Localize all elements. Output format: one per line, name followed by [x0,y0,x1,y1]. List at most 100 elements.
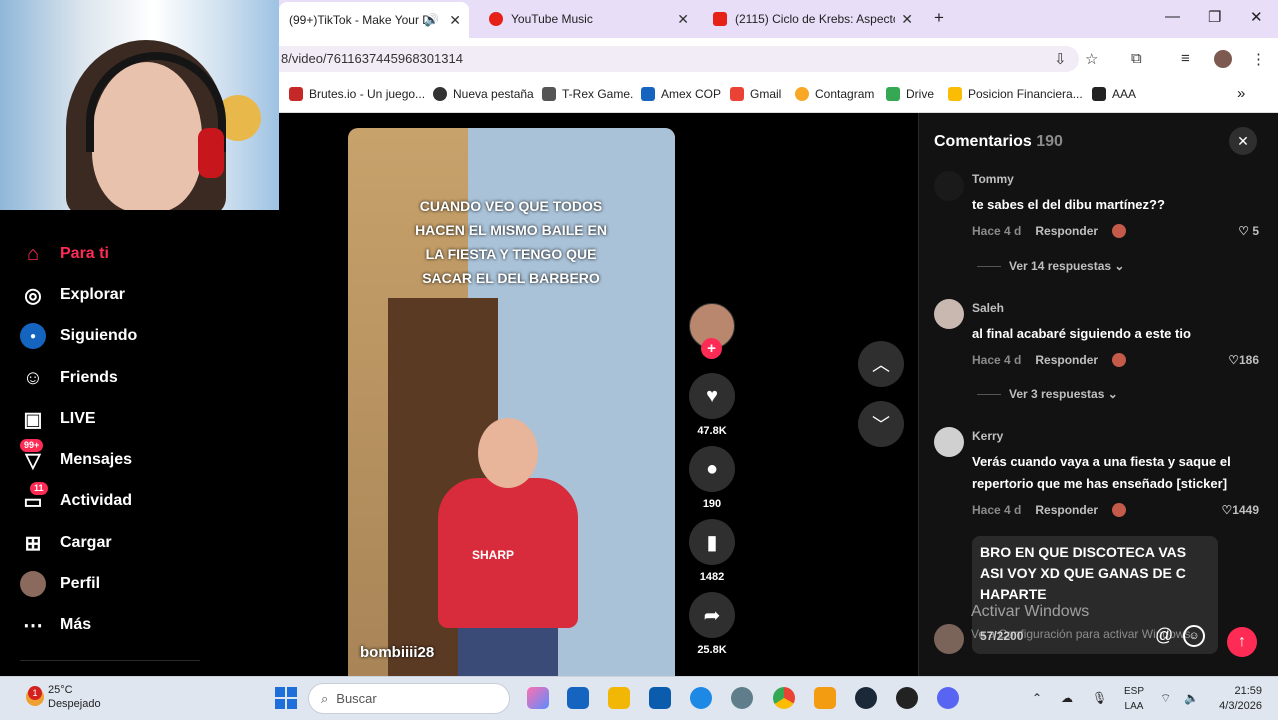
start-button[interactable] [275,687,297,709]
reply-button[interactable]: Responder [1035,503,1098,517]
mention-button[interactable]: @ [1155,625,1173,646]
avatar[interactable] [934,427,964,457]
comment-user[interactable]: Kerry [972,429,1003,443]
comment-text: Verás cuando vaya a una fiesta y saque e… [972,454,1231,491]
nav-explorar[interactable]: ◎ Explorar [20,282,125,308]
address-bar[interactable]: 8/video/7611637445968301314 [279,46,1079,72]
bookmark-item[interactable]: Brutes.io - Un juego... [289,87,425,101]
menu-icon[interactable]: ⋮ [1251,50,1266,68]
settings-icon[interactable] [731,687,753,709]
divider [977,393,1001,395]
more-icon: ⋯ [23,614,43,637]
comment-likes[interactable]: ♡186 [1219,353,1259,367]
outlook-icon[interactable] [567,687,589,709]
onedrive-icon[interactable]: ☁ [1061,691,1073,705]
clock[interactable]: 21:59 4/3/2026 [1210,684,1262,714]
speaker-icon[interactable]: 🔊 [424,13,439,27]
weather-text: 25°C Despejado [48,683,101,711]
caption-line: HACEN EL MISMO BAILE EN [415,222,607,238]
bookmark-item[interactable]: Drive [886,87,934,101]
close-icon[interactable]: ✕ [677,11,689,28]
bookmark-item[interactable]: Posicion Financiera... [948,87,1083,101]
language-indicator[interactable]: ESP LAA [1120,684,1148,714]
nav-para-ti[interactable]: ⌂ Para ti [20,241,109,267]
discord-icon[interactable] [937,687,959,709]
media-control-icon[interactable]: ≡ [1181,50,1190,67]
save-button[interactable]: ▮ [689,519,735,565]
nav-live[interactable]: ▣ LIVE [20,406,96,432]
bookmarks-more-button[interactable]: » [1237,85,1245,102]
edge-icon[interactable] [690,687,712,709]
activate-windows-watermark: Activar Windows [971,603,1090,620]
avatar[interactable] [934,299,964,329]
nav-mensajes[interactable]: ▽ 99+ Mensajes [20,439,132,473]
next-video-button[interactable]: ﹀ [858,401,904,447]
app-icon[interactable] [896,687,918,709]
bookmark-item[interactable]: Gmail [730,87,781,101]
reply-button[interactable]: Responder [1035,353,1098,367]
taskbar-search[interactable]: ⌕ Buscar [308,683,510,714]
cloud-icon[interactable] [814,687,836,709]
install-app-icon[interactable]: ⇩ [1054,50,1067,68]
bookmark-item[interactable]: T-Rex Game. [542,87,633,101]
comment-time: Hace 4 d [972,503,1022,517]
store-icon[interactable] [649,687,671,709]
view-replies-button[interactable]: Ver 3 respuestas ⌄ [977,387,1118,401]
close-icon: ✕ [1237,133,1249,149]
chevron-up-icon[interactable]: ⌃ [1032,691,1042,705]
view-replies-button[interactable]: Ver 14 respuestas ⌄ [977,259,1124,273]
share-button[interactable]: ➦ [689,592,735,638]
bookmark-label: Drive [906,87,935,101]
comment-user[interactable]: Tommy [972,172,1014,186]
comments-title: Comentarios 190 [934,133,1063,151]
close-icon[interactable]: ✕ [449,12,461,29]
comments-panel: Comentarios 190 ✕ Tommy te sabes el del … [918,113,1278,676]
bookmark-star-icon[interactable]: ☆ [1085,50,1098,68]
reply-button[interactable]: Responder [1035,224,1098,238]
nav-cargar[interactable]: ⊞ Cargar [20,530,112,556]
avatar [934,624,964,654]
close-window-icon[interactable]: ✕ [1250,8,1263,26]
nav-mas[interactable]: ⋯ Más [20,612,91,638]
weather-widget[interactable]: 1 25°C Despejado [26,683,101,711]
bookmark-item[interactable]: Amex COP [641,87,721,101]
like-button[interactable]: ♥ [689,373,735,419]
chrome-icon[interactable] [773,687,795,709]
maximize-icon[interactable]: ❐ [1208,8,1221,26]
avatar[interactable] [934,171,964,201]
tab-tiktok[interactable]: (99+)TikTok - Make Your Da 🔊 ✕ [279,2,469,38]
minimize-icon[interactable]: — [1165,8,1180,25]
steam-icon[interactable] [855,687,877,709]
video-author[interactable]: bombiiii28 [360,644,434,661]
bookmark-item[interactable]: Contagram [795,87,874,101]
close-comments-button[interactable]: ✕ [1229,127,1257,155]
bookmark-item[interactable]: AAA [1092,87,1136,101]
windows-logo-quad [287,687,297,697]
close-icon[interactable]: ✕ [901,11,913,28]
comment-button[interactable]: ● [689,446,735,492]
tab-youtube-music[interactable]: YouTube Music ✕ [479,4,697,34]
profile-avatar[interactable] [1214,50,1232,68]
extensions-icon[interactable]: ⧉ [1131,50,1142,67]
nav-perfil[interactable]: Perfil [20,571,100,597]
wifi-icon[interactable]: ⌔ [1160,691,1171,706]
copilot-icon[interactable] [527,687,549,709]
send-button[interactable]: ↑ [1227,627,1257,657]
volume-icon[interactable]: 🔈 [1184,691,1199,705]
emoji-button[interactable]: ☺ [1183,625,1205,647]
video-player[interactable]: SHARP CUANDO VEO QUE TODOS HACEN EL MISM… [348,128,675,676]
comment-user[interactable]: Saleh [972,301,1004,315]
comment-likes[interactable]: ♡ 5 [1219,224,1259,238]
previous-video-button[interactable]: ︿ [858,341,904,387]
new-tab-button[interactable]: + [934,8,944,28]
tab-youtube[interactable]: (2115) Ciclo de Krebs: Aspectos ✕ [703,4,921,34]
comment-likes[interactable]: ♡1449 [1219,503,1259,517]
at-icon: @ [1155,625,1174,645]
microphone-icon[interactable]: 🎙 [1092,691,1107,705]
bookmark-item[interactable]: Nueva pestaña [433,87,534,101]
nav-siguiendo[interactable]: ● Siguiendo [20,323,137,349]
file-explorer-icon[interactable] [608,687,630,709]
follow-button[interactable]: + [701,338,722,359]
nav-friends[interactable]: ☺ Friends [20,365,118,391]
nav-actividad[interactable]: ▭ 11 Actividad [20,482,132,514]
